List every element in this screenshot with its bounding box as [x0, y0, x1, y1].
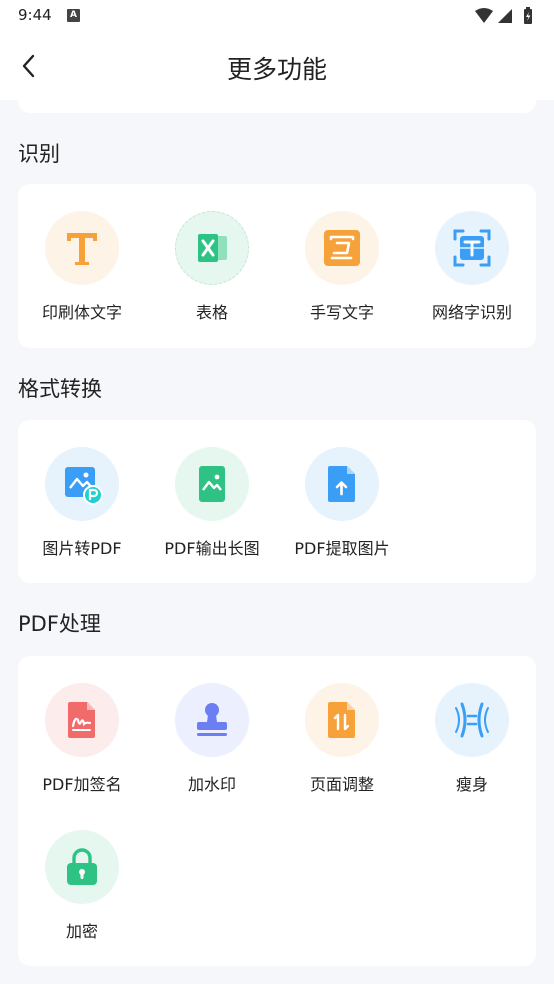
feature-label: PDF输出长图 — [164, 539, 260, 558]
pdf-long-image-icon — [175, 447, 249, 521]
signal-icon — [498, 9, 512, 23]
feature-label: 加密 — [65, 922, 98, 941]
feature-label: 加水印 — [187, 775, 236, 794]
print-text-icon — [45, 211, 119, 285]
feature-page-adjust[interactable]: 页面调整 — [277, 683, 407, 795]
section-title-format-conversion: 格式转换 — [18, 377, 102, 401]
feature-label: 网络字识别 — [431, 303, 512, 322]
handwriting-icon — [305, 211, 379, 285]
battery-icon — [524, 7, 532, 24]
recognition-card: 印刷体文字 表格 手写文字 网络字识别 — [18, 184, 536, 348]
feature-handwriting[interactable]: 手写文字 — [277, 211, 407, 323]
pdf-extract-image-icon — [305, 447, 379, 521]
feature-scan-text[interactable]: 网络字识别 — [407, 211, 537, 323]
feature-encrypt[interactable]: 加密 — [17, 830, 147, 942]
pdf-signature-icon — [45, 683, 119, 757]
excel-table-icon — [175, 211, 249, 285]
compress-icon — [435, 683, 509, 757]
feature-pdf-signature[interactable]: PDF加签名 — [17, 683, 147, 795]
watermark-stamp-icon — [175, 683, 249, 757]
feature-label: 表格 — [195, 303, 228, 322]
feature-pdf-extract-image[interactable]: PDF提取图片 — [277, 447, 407, 559]
feature-label: PDF加签名 — [42, 775, 122, 794]
section-title-recognition: 识别 — [18, 142, 60, 166]
page-title: 更多功能 — [226, 55, 327, 84]
feature-label: PDF提取图片 — [294, 539, 390, 558]
status-bar: 9:44 A — [0, 0, 554, 32]
feature-label: 手写文字 — [309, 303, 374, 322]
feature-label: 印刷体文字 — [41, 303, 122, 322]
feature-watermark[interactable]: 加水印 — [147, 683, 277, 795]
feature-table[interactable]: 表格 — [147, 211, 277, 323]
feature-label: 图片转PDF — [42, 539, 122, 558]
notification-icon: A — [67, 9, 80, 22]
app-header: 更多功能 — [0, 32, 554, 100]
section-title-pdf-processing: PDF处理 — [18, 612, 101, 636]
feature-print-text[interactable]: 印刷体文字 — [17, 211, 147, 323]
feature-image-to-pdf[interactable]: 图片转PDF — [17, 447, 147, 559]
scan-text-icon — [435, 211, 509, 285]
pdf-processing-card: PDF加签名 加水印 页面调整 瘦身 加密 — [18, 656, 536, 966]
feature-compress[interactable]: 瘦身 — [407, 683, 537, 795]
lock-icon — [45, 830, 119, 904]
status-icons — [475, 7, 532, 24]
image-to-pdf-icon — [45, 447, 119, 521]
feature-label: 页面调整 — [309, 775, 374, 794]
format-conversion-card: 图片转PDF PDF输出长图 PDF提取图片 — [18, 420, 536, 583]
page-adjust-icon — [305, 683, 379, 757]
wifi-icon — [475, 8, 493, 23]
feature-label: 瘦身 — [455, 775, 488, 794]
previous-card-bottom — [18, 100, 536, 113]
feature-pdf-long-image[interactable]: PDF输出长图 — [147, 447, 277, 559]
status-time: 9:44 — [18, 6, 52, 24]
